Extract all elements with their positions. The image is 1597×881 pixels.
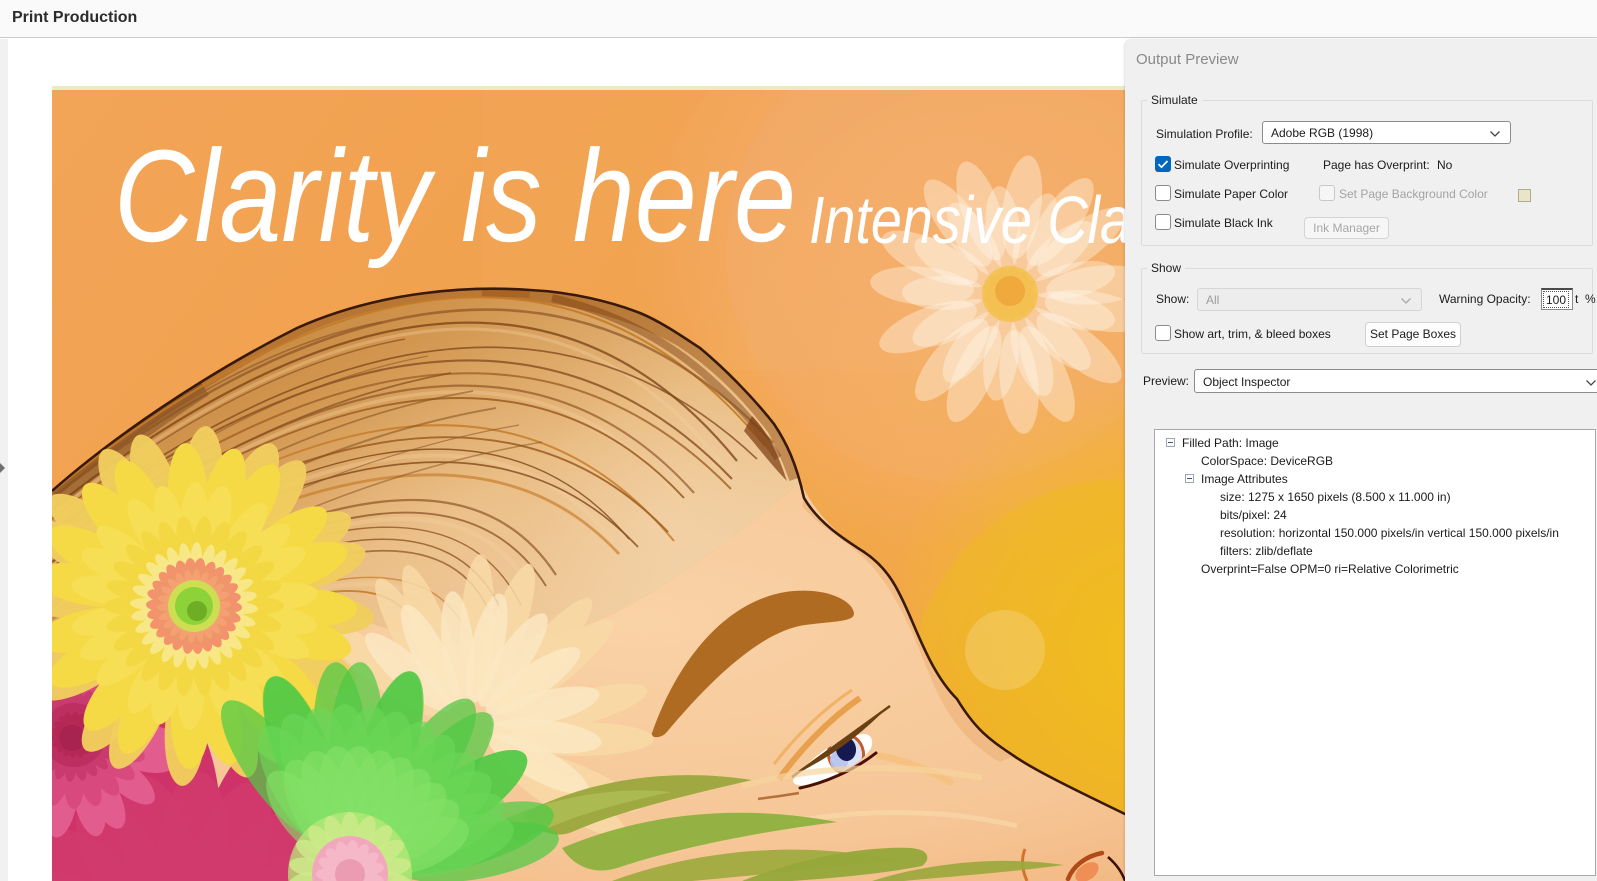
svg-text:Intensive Cla: Intensive Cla <box>809 183 1127 258</box>
svg-text:Clarity is here: Clarity is here <box>114 122 796 269</box>
